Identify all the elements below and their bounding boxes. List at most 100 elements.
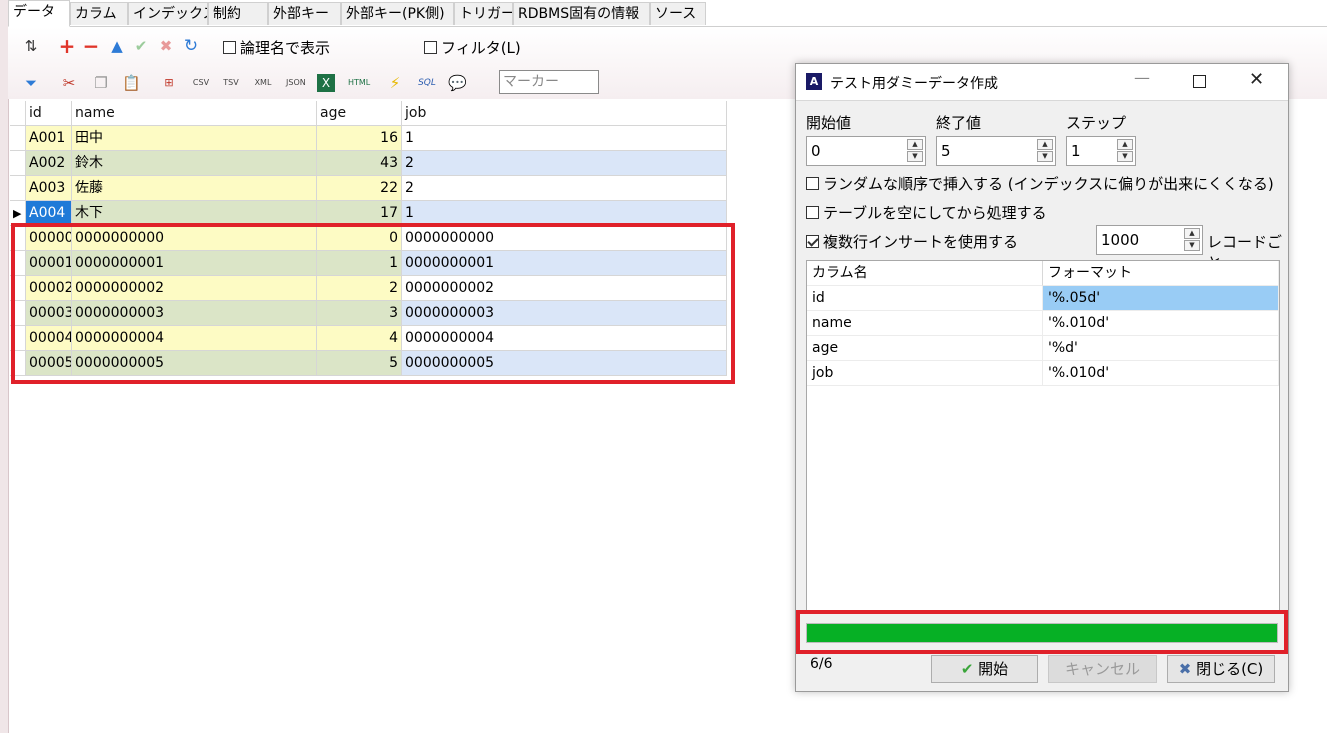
cell-age[interactable]: 43 (317, 151, 402, 176)
checkbox-box[interactable] (806, 177, 819, 190)
column-name-cell[interactable]: name (807, 311, 1043, 336)
column-header-name[interactable]: name (72, 101, 317, 126)
cell-id[interactable]: A003 (26, 176, 72, 201)
logical-name-checkbox[interactable]: 論理名で表示 (223, 37, 330, 58)
spinner-arrows[interactable]: ▲ ▼ (907, 139, 923, 163)
export-xml-icon[interactable]: XML (254, 74, 272, 92)
spin-up-icon[interactable]: ▲ (1037, 139, 1053, 150)
export-json-icon[interactable]: JSON (286, 74, 306, 92)
spin-up-icon[interactable]: ▲ (1117, 139, 1133, 150)
table-row[interactable]: A002 鈴木 43 2 (10, 151, 727, 176)
spin-up-icon[interactable]: ▲ (1184, 228, 1200, 239)
paste-icon[interactable]: 📋 (122, 74, 141, 92)
table-row[interactable]: A003 佐藤 22 2 (10, 176, 727, 201)
table-row[interactable]: job '%.010d' (807, 361, 1279, 386)
marker-input[interactable]: マーカー (499, 70, 599, 94)
checkbox-box[interactable] (223, 41, 236, 54)
spinner-arrows[interactable]: ▲ ▼ (1117, 139, 1133, 163)
tab-foreign-keys[interactable]: 外部キー (268, 2, 341, 25)
table-row[interactable]: id '%.05d' (807, 286, 1279, 311)
start-button[interactable]: ✔ 開始 (931, 655, 1038, 683)
filter-checkbox[interactable]: フィルタ(L) (424, 37, 521, 58)
format-cell[interactable]: '%.010d' (1043, 361, 1279, 386)
cell-job[interactable]: 2 (402, 151, 727, 176)
row-indicator[interactable] (10, 126, 26, 151)
spinner-arrows[interactable]: ▲ ▼ (1037, 139, 1053, 163)
records-value-text[interactable]: 1000 (1101, 231, 1139, 249)
close-icon[interactable]: ✕ (1249, 69, 1264, 90)
start-value-spinner[interactable]: 0 ▲ ▼ (806, 136, 926, 166)
spin-up-icon[interactable]: ▲ (907, 139, 923, 150)
export-csv-icon[interactable]: CSV (192, 74, 210, 92)
column-header-id[interactable]: id (26, 101, 72, 126)
cell-id[interactable]: A001 (26, 126, 72, 151)
export-tsv-icon[interactable]: TSV (222, 74, 240, 92)
tab-constraints[interactable]: 制約 (208, 2, 268, 25)
minimize-icon[interactable]: — (1134, 68, 1150, 87)
cancel-button[interactable]: キャンセル (1048, 655, 1157, 683)
move-up-icon[interactable]: ▲ (108, 37, 126, 55)
table-row[interactable]: A001 田中 16 1 (10, 126, 727, 151)
close-button[interactable]: ✖ 閉じる(C) (1167, 655, 1275, 683)
tab-foreign-keys-pk[interactable]: 外部キー(PK側) (341, 2, 454, 25)
tab-source[interactable]: ソース (650, 2, 706, 25)
sql-icon[interactable]: SQL (418, 74, 436, 92)
cell-age[interactable]: 22 (317, 176, 402, 201)
row-indicator[interactable] (10, 176, 26, 201)
tab-indexes[interactable]: インデックス (128, 2, 208, 25)
spin-down-icon[interactable]: ▼ (1184, 240, 1200, 251)
checkbox-box[interactable] (806, 235, 819, 248)
spinner-arrows[interactable]: ▲ ▼ (1184, 228, 1200, 252)
table-row[interactable]: name '%.010d' (807, 311, 1279, 336)
cell-job[interactable]: 2 (402, 176, 727, 201)
format-cell[interactable]: '%d' (1043, 336, 1279, 361)
cell-name[interactable]: 鈴木 (72, 151, 317, 176)
maximize-icon[interactable] (1193, 75, 1206, 88)
spin-down-icon[interactable]: ▼ (1037, 151, 1053, 162)
end-value-spinner[interactable]: 5 ▲ ▼ (936, 136, 1056, 166)
column-name-cell[interactable]: id (807, 286, 1043, 311)
filter-funnel-icon[interactable]: ⏷ (22, 74, 40, 92)
insert-icon[interactable]: ⊞ (160, 74, 178, 92)
format-cell[interactable]: '%.010d' (1043, 311, 1279, 336)
column-name-cell[interactable]: age (807, 336, 1043, 361)
step-value-text[interactable]: 1 (1071, 142, 1081, 160)
delete-row-icon[interactable]: − (82, 36, 100, 56)
cell-id[interactable]: A002 (26, 151, 72, 176)
cell-name[interactable]: 田中 (72, 126, 317, 151)
records-per-insert-spinner[interactable]: 1000 ▲ ▼ (1096, 225, 1203, 255)
column-header-job[interactable]: job (402, 101, 727, 126)
checkbox-box[interactable] (806, 206, 819, 219)
spin-down-icon[interactable]: ▼ (907, 151, 923, 162)
format-cell[interactable]: '%.05d' (1043, 286, 1279, 311)
refresh-icon[interactable]: ↻ (182, 37, 200, 55)
export-excel-icon[interactable]: X (317, 74, 335, 92)
copy-icon[interactable]: ❐ (92, 74, 110, 92)
tab-data[interactable]: データ (8, 0, 70, 27)
tab-triggers[interactable]: トリガー (454, 2, 513, 25)
add-row-icon[interactable]: + (58, 36, 76, 56)
column-settings-icon[interactable]: ⇅ (22, 37, 40, 55)
export-html-icon[interactable]: HTML (348, 74, 370, 92)
column-name-header[interactable]: カラム名 (807, 261, 1043, 286)
commit-check-icon[interactable]: ✔ (132, 37, 150, 55)
multi-insert-checkbox[interactable]: 複数行インサートを使用する (806, 231, 1018, 252)
comment-icon[interactable]: 💬 (448, 74, 467, 92)
cancel-x-icon[interactable]: ✖ (157, 37, 175, 55)
spin-down-icon[interactable]: ▼ (1117, 151, 1133, 162)
format-header[interactable]: フォーマット (1043, 261, 1279, 286)
cell-job[interactable]: 1 (402, 126, 727, 151)
checkbox-box[interactable] (424, 41, 437, 54)
end-value-text[interactable]: 5 (941, 142, 951, 160)
start-value-text[interactable]: 0 (811, 142, 821, 160)
cell-age[interactable]: 16 (317, 126, 402, 151)
truncate-table-checkbox[interactable]: テーブルを空にしてから処理する (806, 202, 1047, 223)
row-indicator[interactable] (10, 151, 26, 176)
execute-lightning-icon[interactable]: ⚡ (386, 74, 404, 92)
column-header-age[interactable]: age (317, 101, 402, 126)
table-row[interactable]: age '%d' (807, 336, 1279, 361)
tab-columns[interactable]: カラム (70, 2, 128, 25)
random-order-checkbox[interactable]: ランダムな順序で挿入する (インデックスに偏りが出来にくくなる) (806, 173, 1274, 194)
cut-icon[interactable]: ✂ (60, 74, 78, 92)
step-spinner[interactable]: 1 ▲ ▼ (1066, 136, 1136, 166)
